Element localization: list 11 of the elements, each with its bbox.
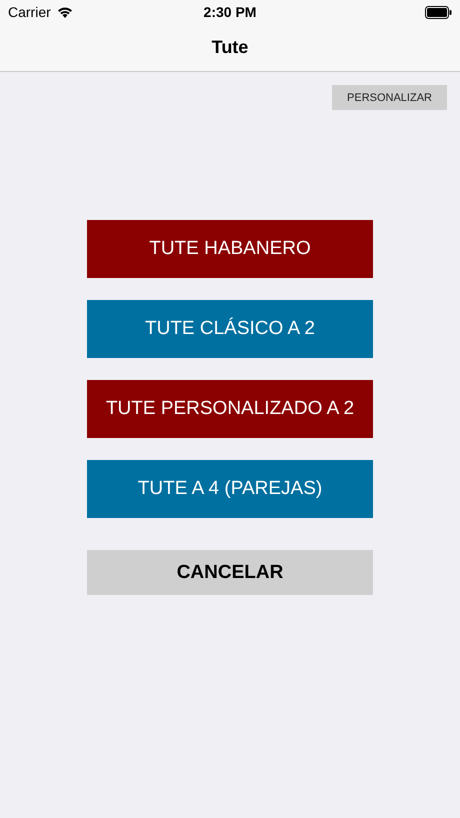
carrier-name: Carrier bbox=[8, 4, 51, 20]
nav-title: Tute bbox=[212, 37, 248, 58]
game-mode-button[interactable]: TUTE PERSONALIZADO A 2 bbox=[87, 380, 373, 438]
wifi-icon bbox=[56, 6, 73, 18]
cancel-button[interactable]: CANCELAR bbox=[87, 550, 373, 595]
customize-button[interactable]: PERSONALIZAR bbox=[332, 85, 447, 110]
status-time: 2:30 PM bbox=[204, 4, 256, 20]
battery-icon bbox=[425, 6, 452, 18]
game-mode-button[interactable]: TUTE A 4 (PAREJAS) bbox=[87, 460, 373, 518]
game-mode-button[interactable]: TUTE CLÁSICO A 2 bbox=[87, 300, 373, 358]
game-mode-button[interactable]: TUTE HABANERO bbox=[87, 220, 373, 278]
